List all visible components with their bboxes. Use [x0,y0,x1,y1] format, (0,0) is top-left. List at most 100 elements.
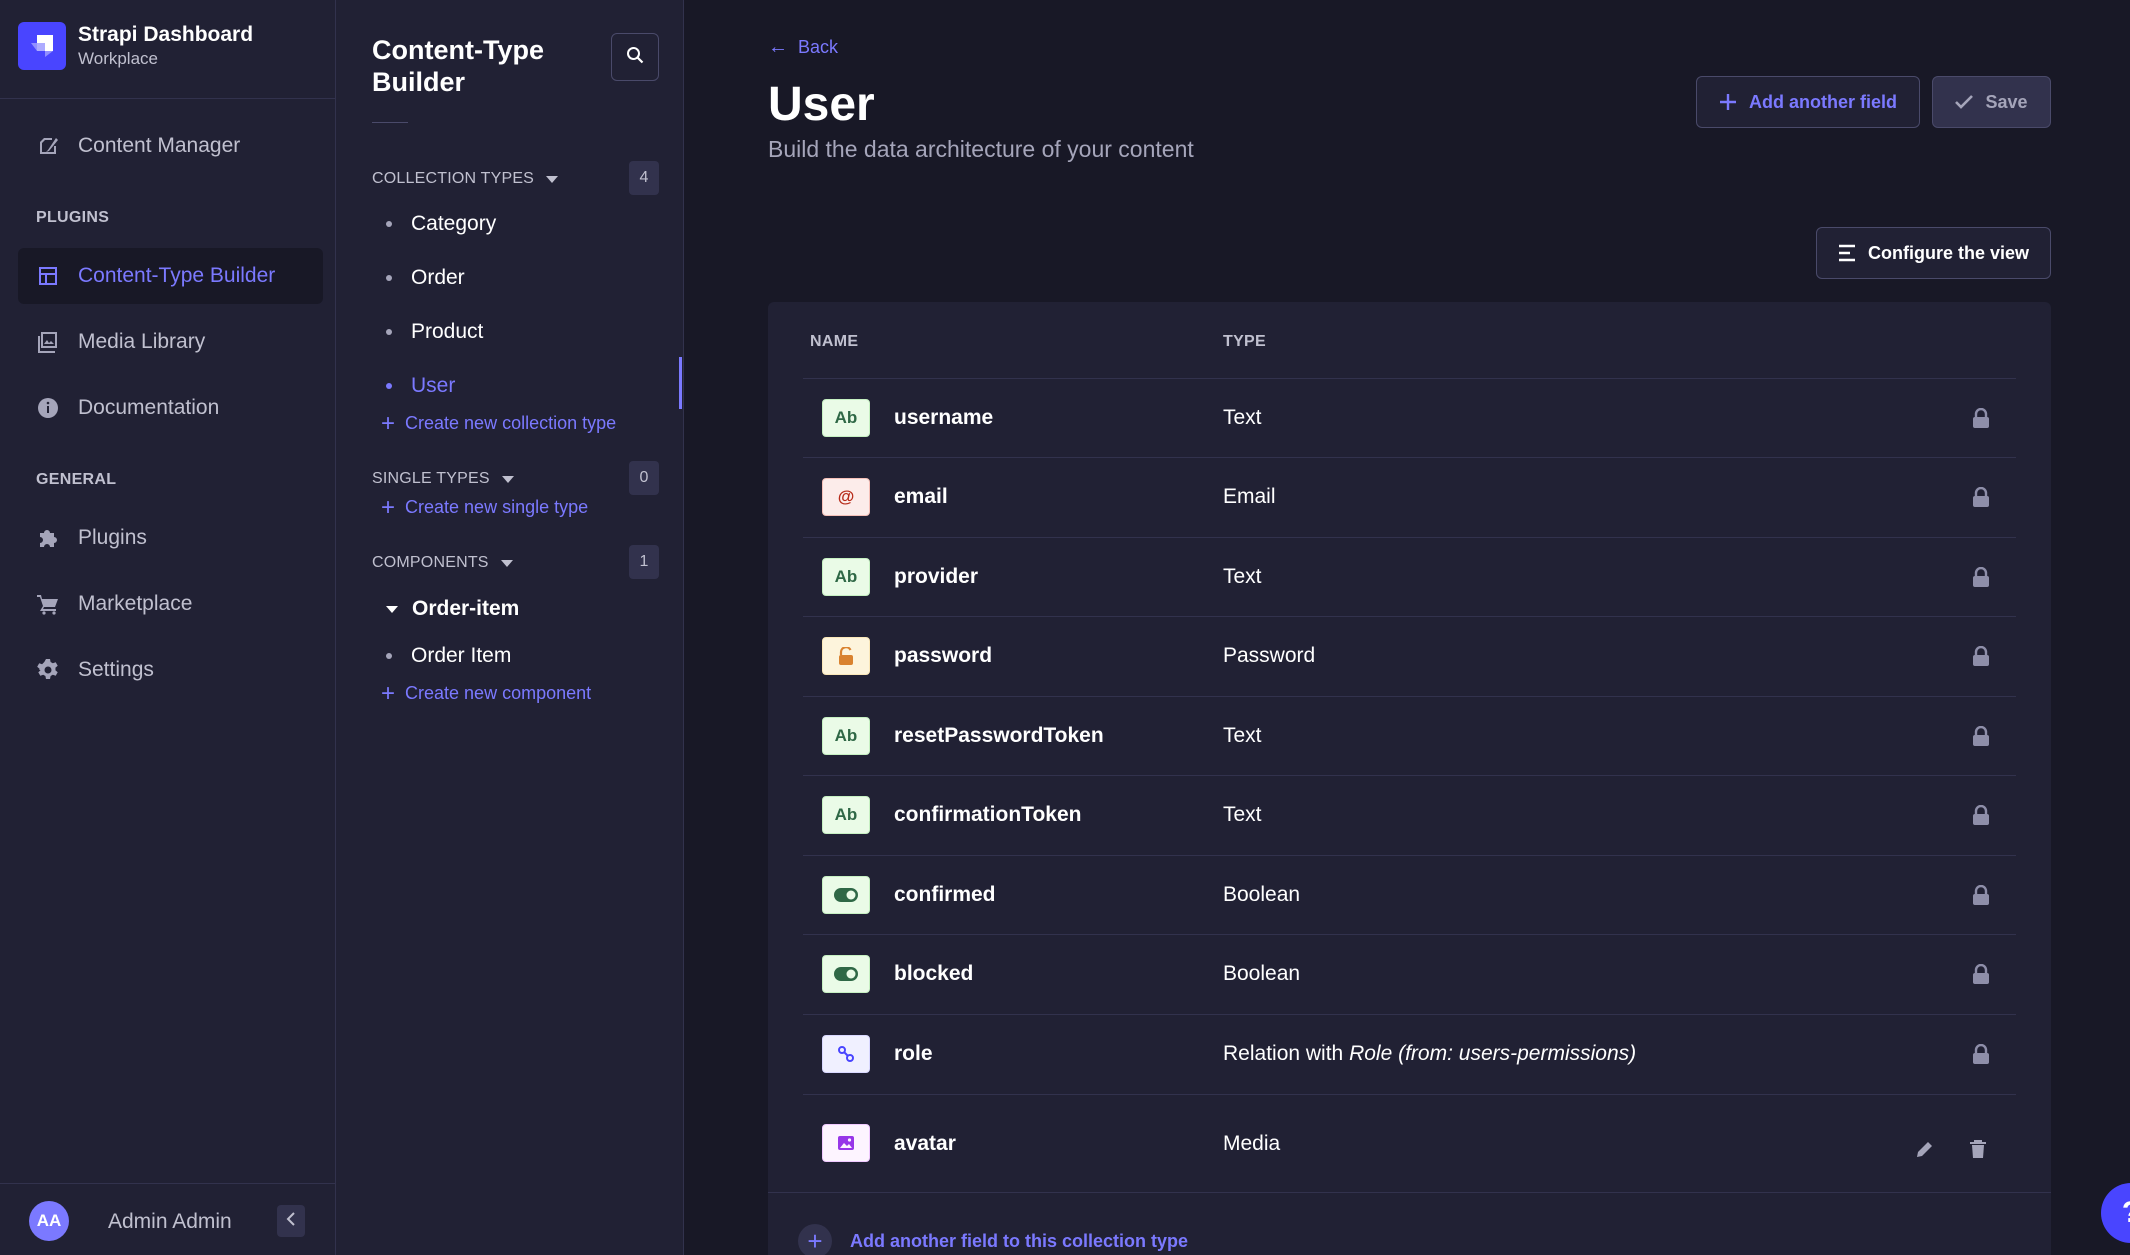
components-count: 1 [629,545,659,579]
nav-item-plugins[interactable]: Plugins [18,510,323,566]
lock-icon [1969,406,1993,430]
nav-label: Content Manager [78,134,241,157]
subnav-item-product[interactable]: Product [372,312,672,352]
help-button[interactable]: ? [2101,1183,2130,1243]
table-row[interactable]: password Password [803,616,2016,695]
main-navigation: Strapi Dashboard Workplace Content Manag… [0,0,336,1255]
avatar[interactable]: AA [29,1201,69,1241]
nav-label: Settings [78,658,154,681]
subnav-title: Content-Type Builder [372,35,544,97]
nav-label: Plugins [78,526,147,549]
plus-icon [1719,93,1737,111]
table-row[interactable]: Ab resetPasswordToken Text [803,696,2016,775]
subnav-item-category[interactable]: Category [372,204,672,244]
table-row[interactable]: @ email Email [803,457,2016,536]
lock-icon [1969,962,1993,986]
content-type-builder-subnav: Content-Type Builder COLLECTION TYPES 4 … [336,0,684,1255]
field-name: password [894,644,993,667]
relation-target: Role (from: users-permissions) [1349,1042,1637,1065]
brand[interactable]: Strapi Dashboard Workplace [18,22,253,70]
table-row[interactable]: confirmed Boolean [803,855,2016,934]
save-button[interactable]: Save [1932,76,2051,128]
component-group-order-item[interactable]: Order-item [386,597,519,621]
field-type: Text [1223,406,1262,429]
field-type: Relation with Role (from: users-permissi… [1223,1042,1637,1065]
collapse-nav-button[interactable] [277,1205,305,1237]
text-field-icon: Ab [822,558,870,596]
field-type: Boolean [1223,883,1301,906]
arrow-left-icon: ← [768,36,788,58]
field-name: username [894,406,994,429]
configure-view-button[interactable]: Configure the view [1816,227,2051,279]
nav-item-marketplace[interactable]: Marketplace [18,576,323,632]
field-type: Media [1223,1132,1281,1155]
nav-label: Content-Type Builder [78,264,276,287]
plus-circle-icon: + [798,1224,832,1255]
brand-subtitle: Workplace [78,49,158,68]
user-name[interactable]: Admin Admin [108,1210,232,1234]
subnav-item-order[interactable]: Order [372,258,672,298]
nav-item-media-library[interactable]: Media Library [18,314,323,370]
divider [372,122,408,123]
table-row[interactable]: Ab confirmationToken Text [803,775,2016,854]
text-field-icon: Ab [822,399,870,437]
plus-icon: + [381,409,396,437]
collection-types-toggle[interactable]: COLLECTION TYPES [372,170,559,188]
back-link[interactable]: ← Back [768,36,838,59]
create-collection-type-link[interactable]: + Create new collection type [381,409,616,437]
create-component-link[interactable]: + Create new component [381,679,591,707]
toggle-field-icon [822,955,870,993]
lock-icon [1969,883,1993,907]
field-name: email [894,485,948,508]
nav-label: Media Library [78,330,206,353]
nav-section-general: GENERAL [36,471,117,488]
nav-item-settings[interactable]: Settings [18,642,323,698]
search-icon [626,46,644,69]
list-settings-icon [1838,244,1856,262]
nav-item-content-manager[interactable]: Content Manager [18,118,323,174]
feather-icon [34,132,62,160]
caret-down-icon [501,475,514,483]
collection-types-count: 4 [629,161,659,195]
column-header-name: NAME [810,333,859,350]
table-row[interactable]: avatar Media [803,1094,2016,1192]
images-icon [34,328,62,356]
add-another-field-button[interactable]: Add another field [1696,76,1920,128]
nav-item-documentation[interactable]: Documentation [18,380,323,436]
bullet-icon [386,275,392,281]
text-field-icon: Ab [822,717,870,755]
lock-icon [1969,565,1993,589]
subnav-item-user[interactable]: User [372,366,672,406]
field-name: provider [894,565,979,588]
divider [0,98,336,99]
relation-field-icon [822,1035,870,1073]
create-single-type-link[interactable]: + Create new single type [381,495,588,519]
gear-icon [34,656,62,684]
plus-icon: + [381,679,396,707]
chevron-left-icon [285,1211,297,1231]
trash-icon[interactable] [1966,1137,1990,1161]
table-row[interactable]: Ab provider Text [803,537,2016,616]
field-name: confirmed [894,883,996,906]
nav-label: Marketplace [78,592,193,615]
subnav-search-button[interactable] [611,33,659,81]
field-name: avatar [894,1132,956,1155]
subnav-item-order-item-component[interactable]: Order Item [372,636,672,676]
table-row[interactable]: Ab username Text [803,378,2016,457]
password-field-icon [822,637,870,675]
components-toggle[interactable]: COMPONENTS [372,554,513,572]
field-name: blocked [894,962,974,985]
table-row[interactable]: blocked Boolean [803,934,2016,1013]
single-types-count: 0 [629,461,659,495]
strapi-logo-icon [18,22,66,70]
add-field-to-collection-button[interactable]: + Add another field to this collection t… [798,1224,1188,1255]
single-types-toggle[interactable]: SINGLE TYPES [372,470,514,488]
page-subtitle: Build the data architecture of your cont… [768,136,1194,162]
bullet-icon [386,653,392,659]
pencil-icon[interactable] [1913,1137,1937,1161]
nav-item-content-type-builder[interactable]: Content-Type Builder [18,248,323,304]
column-header-type: TYPE [1223,333,1266,350]
toggle-field-icon [822,876,870,914]
table-row[interactable]: role Relation with Role (from: users-per… [803,1014,2016,1093]
bullet-icon [386,383,392,389]
